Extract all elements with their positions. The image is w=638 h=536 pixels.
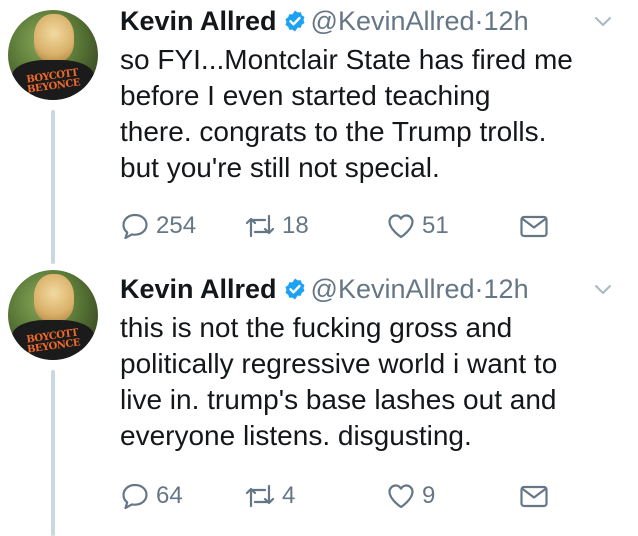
tweet-text-line: this is not the fucking gross and <box>120 312 513 343</box>
retweet-button[interactable]: 18 <box>244 208 309 244</box>
retweet-icon <box>245 214 275 238</box>
chevron-down-icon[interactable] <box>592 10 614 32</box>
like-count: 51 <box>422 212 449 239</box>
handle[interactable]: @KevinAllred <box>311 6 475 36</box>
avatar-face <box>34 274 74 322</box>
tweet[interactable]: BOYCOTT BEYONCE Kevin Allred @KevinAllre… <box>0 262 638 536</box>
heart-icon <box>388 214 414 239</box>
tweet-actions: 64 4 9 <box>120 478 630 514</box>
tweet-actions: 254 18 51 <box>120 208 630 244</box>
heart-icon <box>388 484 414 509</box>
thread-line <box>51 110 55 264</box>
tweet-text-line: there. congrats to the Trump trolls. <box>120 116 547 147</box>
verified-badge-icon <box>285 10 305 32</box>
tweet-text-line: live in. trump's base lashes out and <box>120 384 557 415</box>
chevron-down-icon[interactable] <box>592 278 614 300</box>
reply-button[interactable]: 64 <box>120 478 183 514</box>
direct-message-button[interactable] <box>518 478 550 514</box>
avatar-face <box>34 14 74 62</box>
tweet-text: so FYI...Montclair State has fired me be… <box>120 42 630 186</box>
tweet-header: Kevin Allred @KevinAllred·12h <box>120 272 628 306</box>
tweet-text-line: but you're still not special. <box>120 152 440 183</box>
reply-count: 64 <box>156 482 183 509</box>
envelope-icon <box>520 215 548 238</box>
timestamp[interactable]: 12h <box>484 6 529 36</box>
tweet-text-line: politically regressive world i want to <box>120 348 558 379</box>
verified-badge-icon <box>285 278 305 300</box>
timestamp[interactable]: 12h <box>484 274 529 304</box>
avatar[interactable]: BOYCOTT BEYONCE <box>8 270 98 360</box>
reply-icon <box>122 213 148 240</box>
display-name[interactable]: Kevin Allred <box>120 274 277 304</box>
like-button[interactable]: 51 <box>386 208 449 244</box>
reply-count: 254 <box>156 212 197 239</box>
separator-dot: · <box>474 274 484 304</box>
handle[interactable]: @KevinAllred <box>311 274 475 304</box>
envelope-icon <box>520 485 548 508</box>
tweet-text-line: so FYI...Montclair State has fired me <box>120 44 573 75</box>
tweet-header: Kevin Allred @KevinAllred·12h <box>120 4 628 38</box>
tweet-text-line: everyone listens. disgusting. <box>120 420 472 451</box>
avatar[interactable]: BOYCOTT BEYONCE <box>8 10 98 100</box>
separator-dot: · <box>474 6 484 36</box>
like-count: 9 <box>422 482 436 509</box>
retweet-count: 18 <box>282 212 309 239</box>
retweet-count: 4 <box>282 482 296 509</box>
retweet-button[interactable]: 4 <box>244 478 295 514</box>
retweet-icon <box>245 484 275 508</box>
tweet-text: this is not the fucking gross and politi… <box>120 310 630 454</box>
direct-message-button[interactable] <box>518 208 550 244</box>
reply-icon <box>122 483 148 510</box>
like-button[interactable]: 9 <box>386 478 435 514</box>
thread-line <box>51 370 55 536</box>
tweet-text-line: before I even started teaching <box>120 80 491 111</box>
tweet[interactable]: BOYCOTT BEYONCE Kevin Allred @KevinAllre… <box>0 0 638 264</box>
display-name[interactable]: Kevin Allred <box>120 6 277 36</box>
reply-button[interactable]: 254 <box>120 208 196 244</box>
